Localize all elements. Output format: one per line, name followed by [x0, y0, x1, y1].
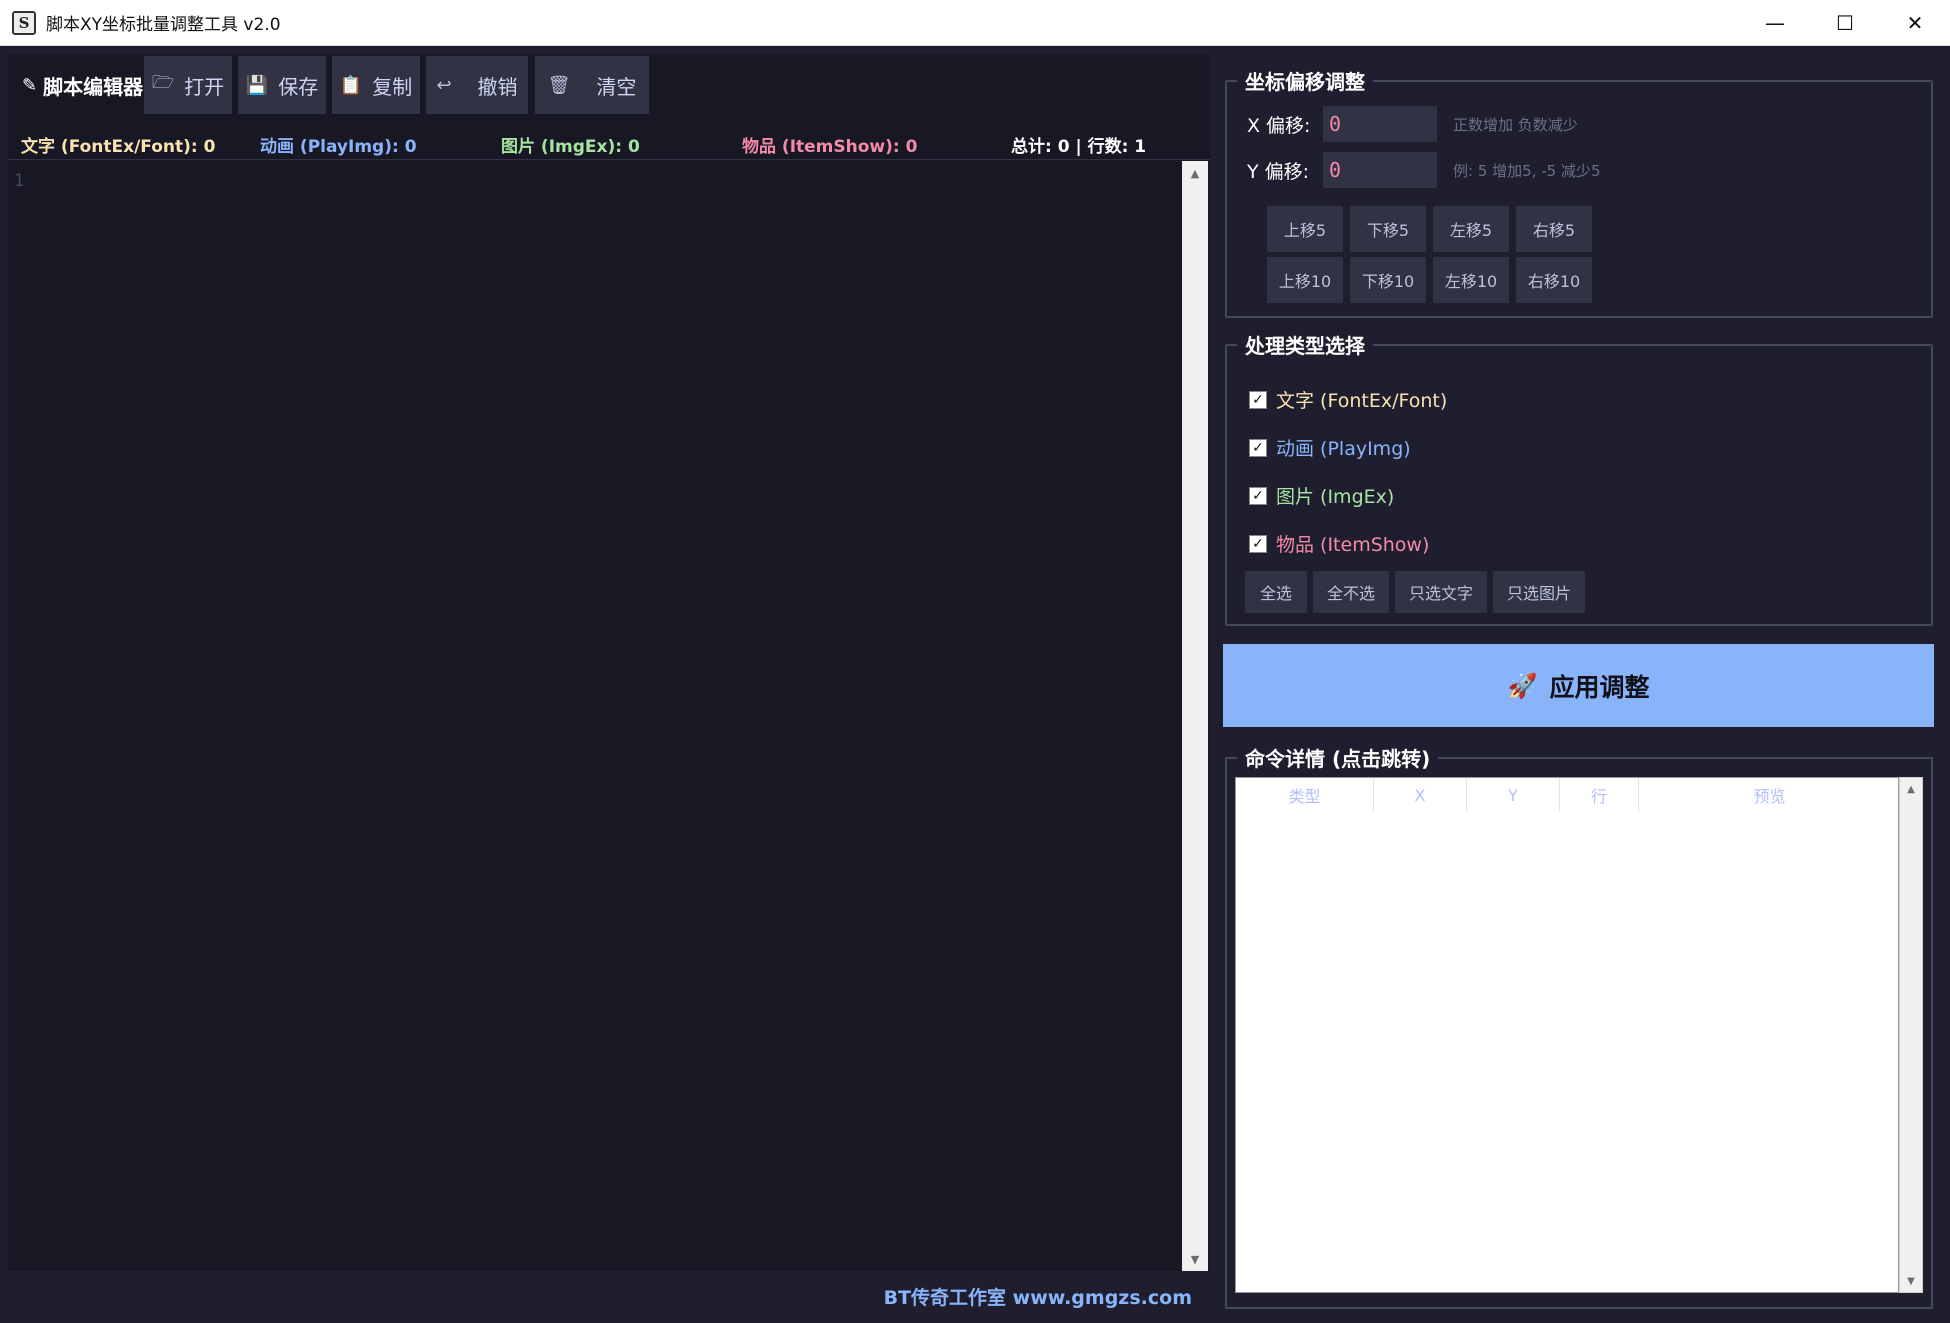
move-up-10-button[interactable]: 上移10	[1267, 257, 1343, 303]
checkbox-checked-icon[interactable]: ✓	[1249, 486, 1267, 505]
type-select-group: 处理类型选择 ✓ 文字 (FontEx/Font) ✓ 动画 (PlayImg)…	[1225, 330, 1933, 626]
select-image-only-button[interactable]: 只选图片	[1493, 571, 1585, 613]
move-up-5-button[interactable]: 上移5	[1267, 206, 1343, 252]
x-offset-label: X 偏移:	[1247, 114, 1311, 137]
x-offset-row: X 偏移: 正数增加 负数减少	[1247, 106, 1578, 142]
y-offset-row: Y 偏移: 例: 5 增加5, -5 减少5	[1247, 152, 1600, 188]
checkbox-checked-icon[interactable]: ✓	[1249, 438, 1267, 457]
save-button-label: 保存	[278, 74, 319, 99]
column-x[interactable]: X	[1374, 778, 1467, 812]
type-item-checkbox[interactable]: ✓ 物品 (ItemShow)	[1249, 530, 1429, 557]
column-line[interactable]: 行	[1560, 778, 1639, 812]
copy-button[interactable]: 📋 复制	[332, 56, 420, 114]
x-offset-input[interactable]	[1323, 106, 1437, 142]
type-image-label: 图片 (ImgEx)	[1276, 486, 1395, 508]
apply-button-label: 应用调整	[1549, 672, 1650, 702]
app-icon: S	[12, 10, 36, 35]
scroll-up-icon[interactable]: ▲	[1182, 161, 1208, 185]
y-offset-hint: 例: 5 增加5, -5 减少5	[1453, 161, 1601, 180]
clear-button-label: 清空	[596, 74, 637, 99]
y-offset-label: Y 偏移:	[1247, 160, 1310, 183]
editor-footer: BT传奇工作室 www.gmgzs.com	[8, 1271, 1210, 1316]
apply-button[interactable]: 🚀 应用调整	[1223, 644, 1934, 727]
checkbox-checked-icon[interactable]: ✓	[1249, 534, 1267, 553]
editor-title: ✎ 脚本编辑器	[22, 70, 143, 100]
editor-panel: ✎ 脚本编辑器 🗁 打开 💾 保存 📋 复制 ↩ 撤销 🗑 清空 文字 (Fon…	[8, 54, 1210, 1316]
editor-title-label: 脚本编辑器	[43, 74, 144, 99]
editor-statusbar: 文字 (FontEx/Font): 0 动画 (PlayImg): 0 图片 (…	[8, 124, 1210, 160]
move-left-10-button[interactable]: 左移10	[1433, 257, 1509, 303]
scroll-up-icon[interactable]: ▲	[1900, 778, 1922, 800]
folder-open-icon: 🗁	[151, 72, 175, 93]
move-right-10-button[interactable]: 右移10	[1516, 257, 1592, 303]
offset-group-title: 坐标偏移调整	[1237, 66, 1373, 95]
type-text-label: 文字 (FontEx/Font)	[1276, 390, 1448, 412]
status-image-count: 图片 (ImgEx): 0	[501, 137, 640, 157]
save-icon: 💾	[245, 74, 269, 96]
maximize-button[interactable]: ☐	[1810, 0, 1880, 46]
command-details-title: 命令详情 (点击跳转)	[1237, 743, 1439, 772]
line-number: 1	[14, 171, 25, 191]
status-anim-count: 动画 (PlayImg): 0	[260, 137, 417, 157]
command-details-group: 命令详情 (点击跳转) 类型 X Y 行 预览 ▲ ▼	[1225, 743, 1933, 1309]
select-none-button[interactable]: 全不选	[1313, 571, 1389, 613]
checkbox-checked-icon[interactable]: ✓	[1249, 390, 1267, 409]
copy-icon: 📋	[339, 74, 363, 96]
studio-credit: BT传奇工作室 www.gmgzs.com	[883, 1287, 1192, 1309]
undo-button[interactable]: ↩ 撤销	[426, 56, 528, 114]
minimize-button[interactable]: —	[1740, 0, 1810, 46]
type-text-checkbox[interactable]: ✓ 文字 (FontEx/Font)	[1249, 386, 1447, 413]
type-select-title: 处理类型选择	[1237, 330, 1373, 359]
window-title: 脚本XY坐标批量调整工具 v2.0	[46, 15, 281, 35]
table-header: 类型 X Y 行 预览	[1236, 778, 1900, 812]
select-all-button[interactable]: 全选	[1245, 571, 1307, 613]
move-left-5-button[interactable]: 左移5	[1433, 206, 1509, 252]
type-item-label: 物品 (ItemShow)	[1276, 534, 1430, 556]
move-down-10-button[interactable]: 下移10	[1350, 257, 1426, 303]
column-type[interactable]: 类型	[1236, 778, 1374, 812]
editor-scrollbar[interactable]: ▲ ▼	[1182, 161, 1208, 1271]
y-offset-input[interactable]	[1323, 152, 1437, 188]
status-text-count: 文字 (FontEx/Font): 0	[21, 137, 216, 157]
undo-icon: ↩	[436, 74, 452, 96]
save-button[interactable]: 💾 保存	[238, 56, 326, 114]
type-anim-checkbox[interactable]: ✓ 动画 (PlayImg)	[1249, 434, 1411, 461]
title-bar: S 脚本XY坐标批量调整工具 v2.0 — ☐ ✕	[0, 0, 1950, 46]
column-preview[interactable]: 预览	[1639, 778, 1900, 812]
script-editor[interactable]: 1	[8, 161, 1182, 1271]
open-button-label: 打开	[184, 74, 225, 99]
type-image-checkbox[interactable]: ✓ 图片 (ImgEx)	[1249, 482, 1394, 509]
window-controls: — ☐ ✕	[1740, 0, 1950, 46]
rocket-icon: 🚀	[1507, 671, 1538, 700]
table-scrollbar[interactable]: ▲ ▼	[1899, 777, 1923, 1293]
scroll-down-icon[interactable]: ▼	[1900, 1270, 1922, 1292]
type-anim-label: 动画 (PlayImg)	[1276, 438, 1411, 460]
edit-file-icon: ✎	[22, 74, 38, 96]
editor-toolbar: ✎ 脚本编辑器 🗁 打开 💾 保存 📋 复制 ↩ 撤销 🗑 清空	[8, 54, 1210, 114]
copy-button-label: 复制	[372, 74, 413, 99]
clear-icon: 🗑	[547, 74, 571, 96]
move-down-5-button[interactable]: 下移5	[1350, 206, 1426, 252]
close-button[interactable]: ✕	[1880, 0, 1950, 46]
status-item-count: 物品 (ItemShow): 0	[742, 137, 918, 157]
column-y[interactable]: Y	[1467, 778, 1560, 812]
select-text-only-button[interactable]: 只选文字	[1395, 571, 1487, 613]
clear-button[interactable]: 🗑 清空	[535, 56, 649, 114]
open-button[interactable]: 🗁 打开	[144, 56, 232, 114]
x-offset-hint: 正数增加 负数减少	[1453, 115, 1578, 134]
command-table[interactable]: 类型 X Y 行 预览	[1235, 777, 1899, 1293]
offset-group: 坐标偏移调整 X 偏移: 正数增加 负数减少 Y 偏移: 例: 5 增加5, -…	[1225, 66, 1933, 318]
status-total: 总计: 0 | 行数: 1	[1011, 137, 1147, 157]
scroll-down-icon[interactable]: ▼	[1182, 1247, 1208, 1271]
undo-button-label: 撤销	[477, 74, 518, 99]
move-right-5-button[interactable]: 右移5	[1516, 206, 1592, 252]
